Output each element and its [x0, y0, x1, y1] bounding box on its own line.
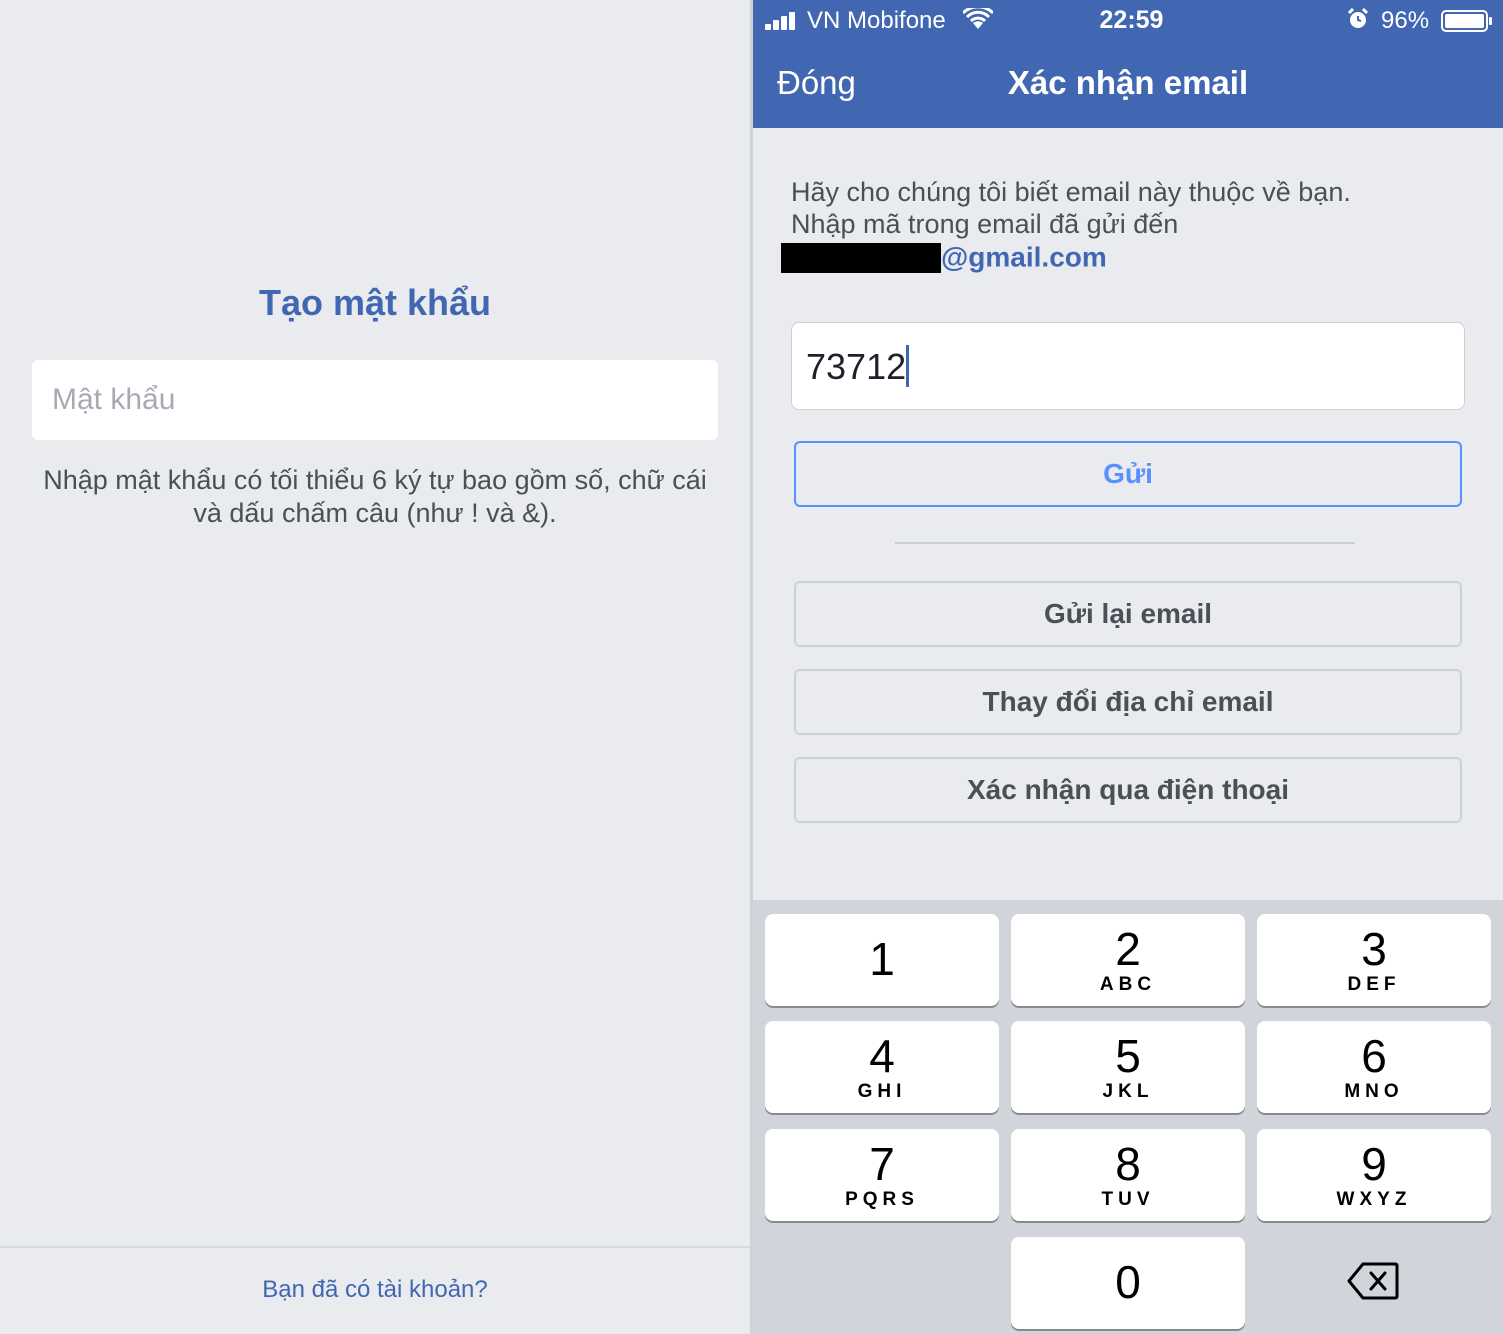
instructions: Hãy cho chúng tôi biết email này thuộc v…: [791, 176, 1471, 240]
key-9[interactable]: 9 WXYZ: [1257, 1129, 1491, 1221]
divider: [0, 1246, 750, 1248]
key-3[interactable]: 3 DEF: [1257, 914, 1491, 1006]
instruction-line-2: Nhập mã trong email đã gửi đến: [791, 209, 1179, 239]
key-4[interactable]: 4 GHI: [765, 1021, 999, 1113]
target-email: @gmail.com: [781, 240, 1107, 273]
battery-percent: 96%: [1381, 7, 1430, 34]
resend-email-button[interactable]: Gửi lại email: [794, 581, 1462, 647]
page-title: Tạo mật khẩu: [258, 282, 492, 323]
screen: Tạo mật khẩu Nhập mật khẩu có tối thiểu …: [0, 0, 1503, 1334]
send-button[interactable]: Gửi: [794, 441, 1462, 507]
battery-icon: [1441, 10, 1492, 32]
alarm-icon: [1347, 8, 1369, 28]
key-5[interactable]: 5 JKL: [1011, 1021, 1245, 1113]
key-0[interactable]: 0: [1011, 1237, 1245, 1329]
key-7[interactable]: 7 PQRS: [765, 1129, 999, 1221]
text-cursor: [906, 345, 910, 387]
confirm-by-phone-button[interactable]: Xác nhận qua điện thoại: [794, 757, 1462, 823]
key-6[interactable]: 6 MNO: [1257, 1021, 1491, 1113]
redacted-email-user: [781, 242, 941, 273]
separator: [895, 542, 1355, 544]
nav-title: Xác nhận email: [1007, 64, 1249, 101]
password-input[interactable]: [32, 360, 718, 440]
create-password-screen: Tạo mật khẩu Nhập mật khẩu có tối thiểu …: [0, 0, 750, 1334]
nav-bar: VN Mobifone 22:59 96% Đóng Xác nhận emai…: [753, 0, 1503, 128]
change-email-button[interactable]: Thay đổi địa chỉ email: [794, 669, 1462, 735]
instruction-line-1: Hãy cho chúng tôi biết email này thuộc v…: [791, 177, 1351, 207]
code-input[interactable]: 73712: [791, 322, 1465, 410]
confirm-email-screen: VN Mobifone 22:59 96% Đóng Xác nhận emai…: [753, 0, 1503, 1334]
email-domain: @gmail.com: [941, 241, 1107, 273]
password-hint: Nhập mật khẩu có tối thiểu 6 ký tự bao g…: [43, 465, 707, 528]
key-8[interactable]: 8 TUV: [1011, 1129, 1245, 1221]
code-value: 73712: [806, 346, 907, 387]
have-account-link[interactable]: Bạn đã có tài khoản?: [0, 1276, 750, 1304]
key-2[interactable]: 2 ABC: [1011, 914, 1245, 1006]
backspace-icon[interactable]: [1347, 1262, 1399, 1300]
key-1[interactable]: 1: [765, 914, 999, 1006]
status-bar: VN Mobifone 22:59 96%: [753, 0, 1503, 40]
